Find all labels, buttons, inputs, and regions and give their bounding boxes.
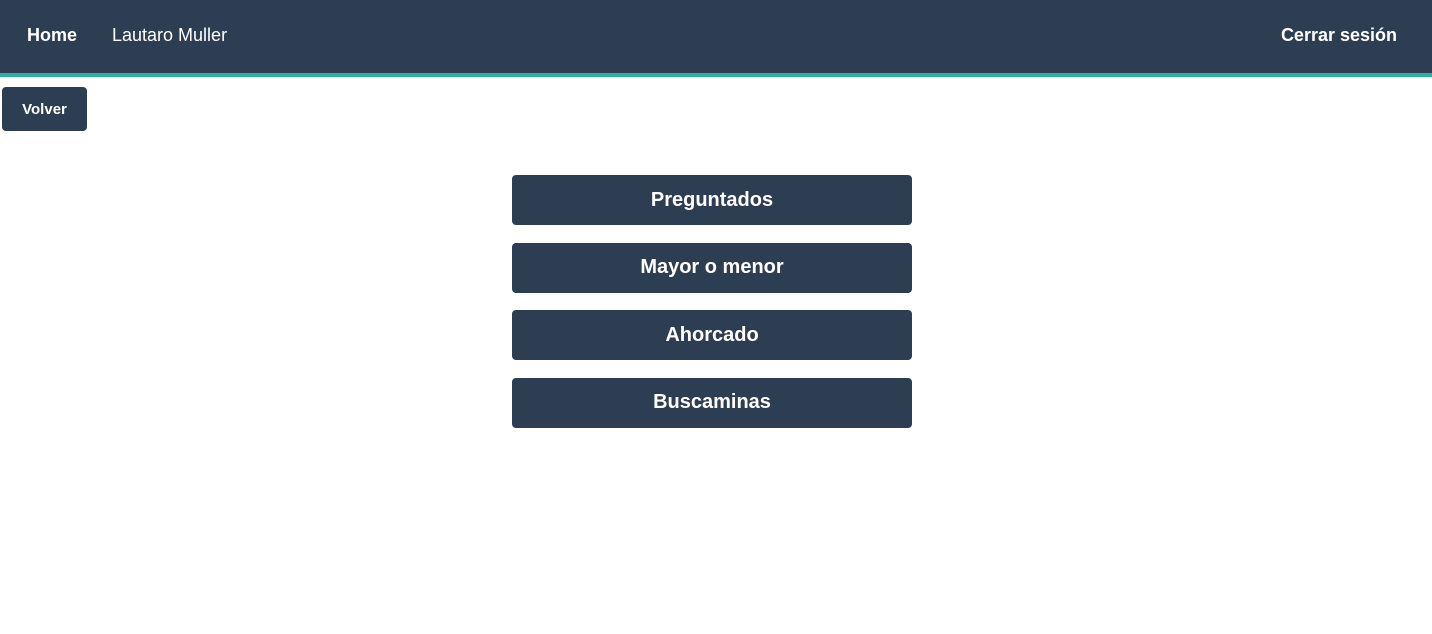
game-list: Preguntados Mayor o menor Ahorcado Busca… — [512, 175, 912, 445]
nav-home-link[interactable]: Home — [27, 0, 77, 73]
back-button[interactable]: Volver — [2, 87, 87, 131]
game-button-ahorcado[interactable]: Ahorcado — [512, 310, 912, 360]
top-navbar: Home Lautaro Muller Cerrar sesión — [0, 0, 1432, 77]
game-button-mayor-o-menor[interactable]: Mayor o menor — [512, 242, 912, 293]
logout-link[interactable]: Cerrar sesión — [1281, 0, 1397, 73]
nav-user-name[interactable]: Lautaro Muller — [112, 0, 227, 73]
game-button-preguntados[interactable]: Preguntados — [512, 175, 912, 225]
game-button-buscaminas[interactable]: Buscaminas — [512, 377, 912, 428]
